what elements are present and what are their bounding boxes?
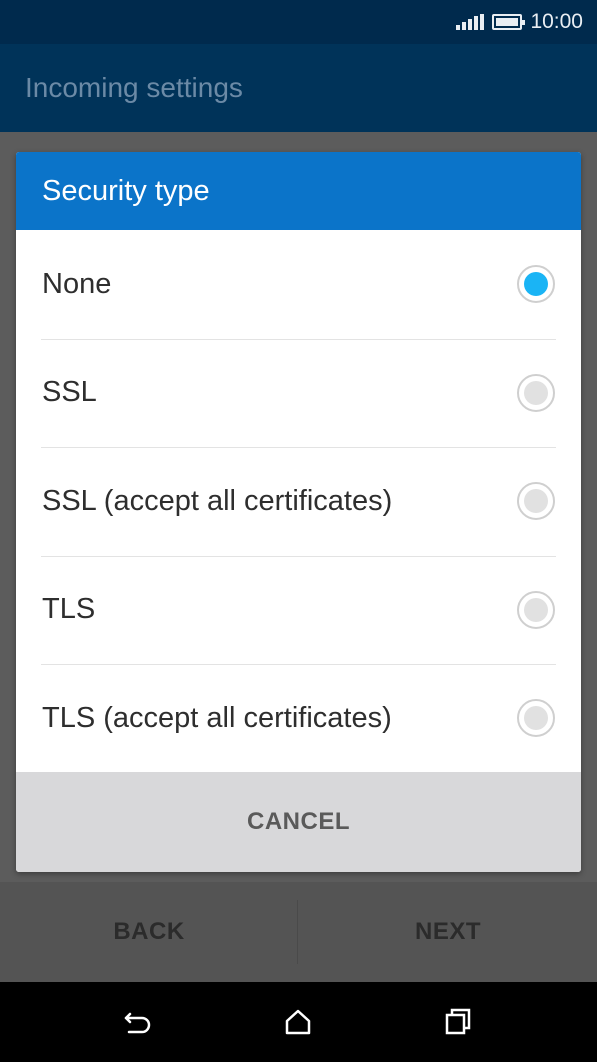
next-button[interactable]: NEXT	[299, 882, 597, 982]
option-label: None	[42, 267, 112, 300]
radio-button[interactable]	[517, 482, 555, 521]
option-label: SSL	[42, 376, 97, 409]
cancel-label: CANCEL	[247, 808, 350, 835]
option-label: TLS	[42, 593, 96, 626]
home-icon[interactable]	[280, 1004, 316, 1040]
recents-icon[interactable]	[440, 1004, 476, 1040]
status-bar: 10:00	[0, 0, 597, 44]
back-button[interactable]: BACK	[0, 882, 298, 982]
option-tls[interactable]: TLS	[16, 555, 581, 665]
option-ssl-accept-all[interactable]: SSL (accept all certificates)	[16, 447, 581, 556]
option-none[interactable]: None	[16, 230, 581, 339]
status-time: 10:00	[530, 10, 583, 33]
app-bar: Incoming settings	[0, 44, 597, 132]
battery-icon	[492, 14, 526, 30]
radio-button[interactable]	[517, 373, 555, 412]
bottom-action-bar: BACK NEXT	[0, 882, 597, 982]
back-icon[interactable]	[120, 1004, 156, 1040]
radio-button-selected[interactable]	[517, 265, 555, 304]
option-label: SSL (accept all certificates)	[42, 484, 393, 517]
option-tls-accept-all[interactable]: TLS (accept all certificates)	[16, 664, 581, 773]
option-ssl[interactable]: SSL	[16, 338, 581, 448]
option-label: TLS (accept all certificates)	[42, 701, 392, 734]
cancel-button[interactable]: CANCEL	[16, 772, 581, 872]
dialog-title: Security type	[42, 174, 210, 207]
dialog-header: Security type	[16, 152, 581, 230]
signal-icon	[456, 14, 485, 30]
security-type-dialog: Security type None SSL SSL (accept all c…	[16, 152, 581, 872]
navigation-bar	[0, 982, 597, 1062]
page-title: Incoming settings	[25, 72, 243, 103]
radio-button[interactable]	[517, 590, 555, 629]
radio-button[interactable]	[517, 699, 555, 738]
status-icons: 10:00	[456, 10, 583, 34]
action-divider	[297, 900, 298, 964]
options-list: None SSL SSL (accept all certificates) T…	[16, 230, 581, 773]
